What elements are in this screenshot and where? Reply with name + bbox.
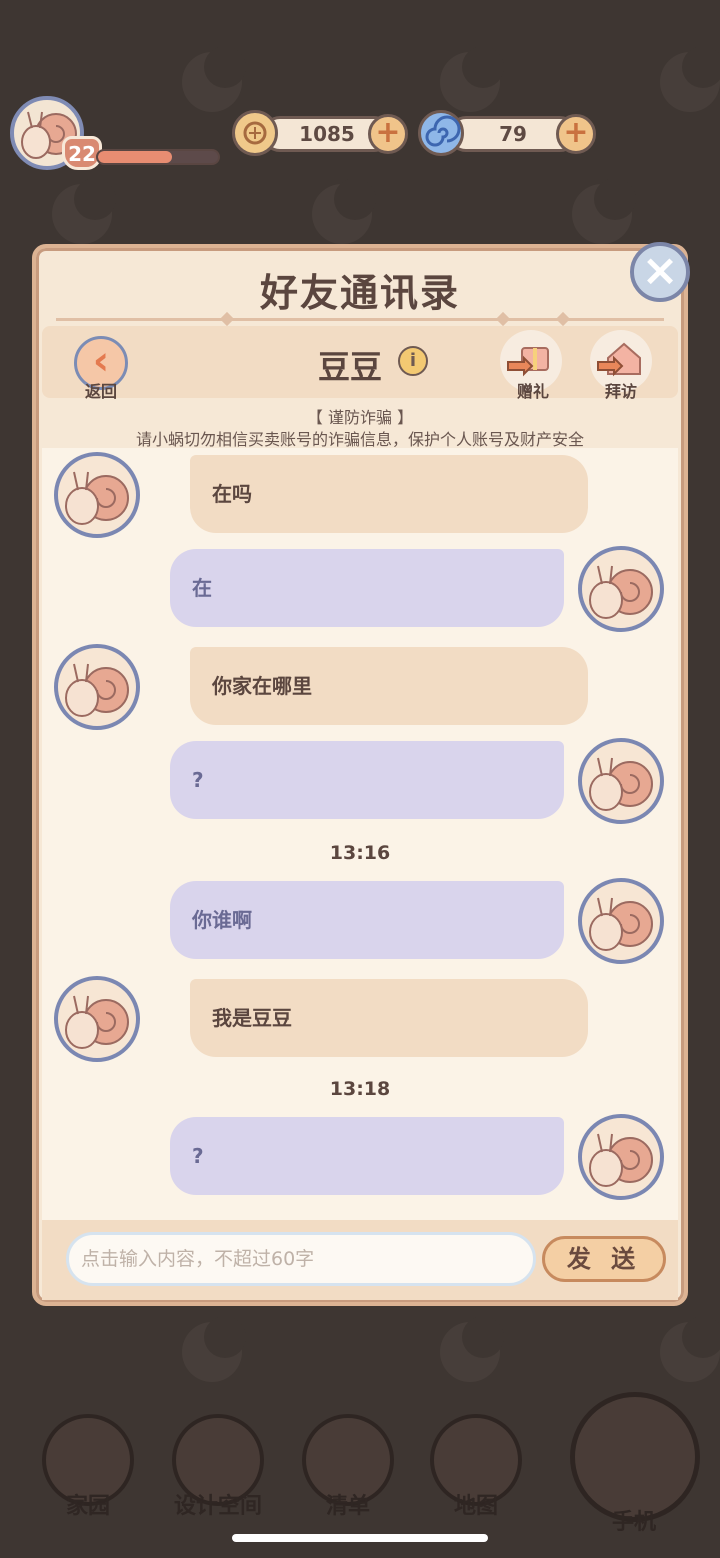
my-avatar[interactable] (578, 738, 664, 824)
chat-input[interactable] (66, 1232, 536, 1286)
snail-icon (589, 565, 653, 619)
message-bubble: 我是豆豆 (190, 979, 588, 1057)
message-outgoing: ? (42, 738, 678, 824)
nav-design-label: 设计空间 (173, 1494, 262, 1519)
snail-icon (589, 1133, 653, 1187)
friend-avatar[interactable] (54, 976, 140, 1062)
message-bubble: 在吗 (190, 455, 588, 533)
add-coins-button[interactable]: + (368, 114, 408, 154)
my-avatar[interactable] (578, 1114, 664, 1200)
message-incoming: 在吗 (42, 452, 678, 538)
nav-map-label: 地图 (453, 1494, 498, 1519)
add-gems-button[interactable]: + (556, 114, 596, 154)
snail-icon (65, 471, 129, 525)
message-outgoing: 你谁啊 (42, 878, 678, 964)
message-bubble: ? (170, 1117, 564, 1195)
nav-phone-label: 手机 (611, 1510, 656, 1535)
friend-avatar[interactable] (54, 452, 140, 538)
message-incoming: 我是豆豆 (42, 976, 678, 1062)
snail-icon (589, 897, 653, 951)
xp-bar (96, 149, 220, 165)
timestamp: 13:16 (329, 842, 391, 864)
snail-icon (65, 663, 129, 717)
chat-history[interactable]: 在吗 在 你家在哪里 ? 13:16 你谁啊 我是豆豆 13:18 ? (42, 448, 678, 1220)
message-bubble: 在 (170, 549, 564, 627)
my-avatar[interactable] (578, 546, 664, 632)
visit-label: 拜访 (604, 382, 637, 401)
nav-list-label: 清单 (325, 1494, 370, 1519)
friend-avatar[interactable] (54, 644, 140, 730)
message-outgoing: ? (42, 1114, 678, 1200)
xp-bar-fill (98, 151, 173, 163)
back-label: 返回 (84, 382, 117, 401)
friend-name: 豆豆 (318, 348, 383, 386)
gift-label: 赠礼 (516, 382, 549, 401)
close-button[interactable]: × (630, 242, 690, 302)
nav-home-label: 家园 (65, 1494, 110, 1519)
info-icon[interactable]: i (398, 346, 428, 376)
warning-text: 请小蜗切勿相信买卖账号的诈骗信息，保护个人账号及财产安全 (135, 430, 584, 449)
message-bubble: ? (170, 741, 564, 819)
message-bubble: 你谁啊 (170, 881, 564, 959)
swirl-gem-icon (418, 110, 464, 156)
nav-phone-button[interactable] (570, 1392, 700, 1522)
message-incoming: 你家在哪里 (42, 644, 678, 730)
snail-icon (589, 757, 653, 811)
warning-title: 【 谨防诈骗 】 (306, 408, 414, 427)
home-indicator (232, 1534, 488, 1542)
message-outgoing: 在 (42, 546, 678, 632)
timestamp: 13:18 (329, 1078, 391, 1100)
snail-icon (65, 995, 129, 1049)
send-button[interactable]: 发 送 (542, 1236, 666, 1282)
leaf-coin-icon (232, 110, 278, 156)
message-bubble: 你家在哪里 (190, 647, 588, 725)
modal-title: 好友通讯录 (259, 271, 460, 315)
my-avatar[interactable] (578, 878, 664, 964)
title-divider (56, 318, 664, 321)
